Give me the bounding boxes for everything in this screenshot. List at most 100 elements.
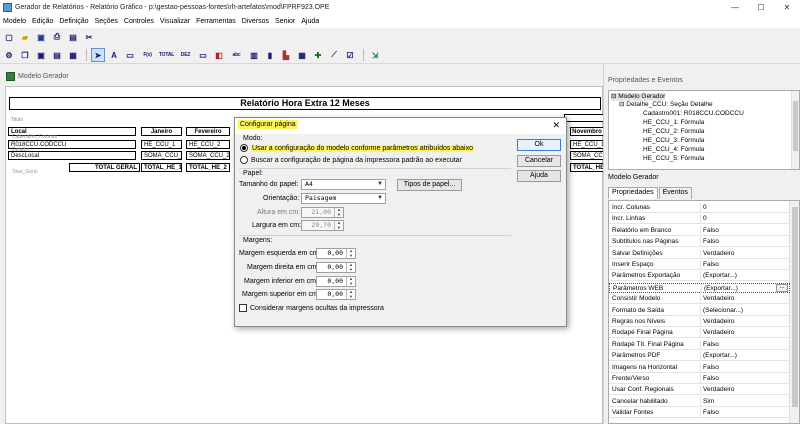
col-header-novembro[interactable]: Novembro: [570, 127, 604, 136]
line-tool-icon[interactable]: ▥: [247, 48, 261, 62]
property-row[interactable]: Rodapé Final Página Verdadeiro: [609, 328, 790, 339]
tree-node-field[interactable]: HE_CCU_4: Fórmula: [643, 146, 704, 154]
property-value[interactable]: 0: [700, 203, 790, 213]
property-value[interactable]: Falso: [700, 339, 790, 350]
total-he-2[interactable]: TOTAL_HE_2: [186, 163, 230, 172]
scroll-thumb[interactable]: [792, 207, 798, 407]
maximize-icon[interactable]: ☐: [748, 0, 774, 15]
preview-icon[interactable]: ▤: [66, 30, 80, 44]
property-value[interactable]: Falso: [700, 408, 790, 419]
property-value[interactable]: Verdadeiro: [700, 317, 790, 327]
property-row[interactable]: Incr. Colunas 0: [609, 203, 790, 213]
label-tool-icon[interactable]: abc: [228, 48, 245, 62]
puzzle-icon[interactable]: ✚: [311, 48, 325, 62]
disk-icon[interactable]: ▣: [34, 48, 48, 62]
margem-inferior-stepper[interactable]: 0,00 ▲ ▼: [316, 276, 356, 287]
property-value[interactable]: (Selecionar...): [700, 305, 790, 316]
property-value[interactable]: Sim: [700, 396, 790, 407]
largura-stepper[interactable]: 29,70 ▲ ▼: [301, 220, 344, 231]
property-value[interactable]: Falso: [700, 237, 790, 248]
spinner-arrows-icon[interactable]: ▲ ▼: [346, 289, 355, 299]
property-row[interactable]: Incr. Linhas 0: [609, 214, 790, 225]
save-icon[interactable]: ▣: [34, 30, 48, 44]
help-button[interactable]: Ajuda: [517, 170, 561, 182]
cancel-button[interactable]: Cancelar: [517, 155, 561, 167]
scroll-thumb[interactable]: [793, 101, 798, 151]
menu-edicao[interactable]: Edição: [32, 18, 53, 25]
chart-tool-icon[interactable]: ▙: [279, 48, 293, 62]
property-row[interactable]: Subtítulos nas Páginas Falso: [609, 237, 790, 248]
margem-superior-stepper[interactable]: 0,00 ▲ ▼: [316, 289, 356, 300]
spinner-arrows-icon[interactable]: ▲ ▼: [346, 248, 355, 258]
col-header-right-stub[interactable]: [564, 114, 604, 122]
property-row[interactable]: Imagens na Horizontal Falso: [609, 362, 790, 373]
property-row[interactable]: Parâmetros Exportação (Exportar...): [609, 271, 790, 282]
formula-tool-icon[interactable]: F(x): [139, 48, 156, 62]
image-tool-icon[interactable]: ◧: [212, 48, 226, 62]
checkbox-tool-icon[interactable]: ☑: [343, 48, 357, 62]
property-row[interactable]: Frente/Verso Falso: [609, 374, 790, 384]
cut-icon[interactable]: ✂: [82, 30, 96, 44]
property-row[interactable]: Usar Conf. Regionais Verdadeiro: [609, 385, 790, 396]
pointer-icon[interactable]: ➤: [91, 48, 105, 62]
more-options-button[interactable]: ...: [776, 283, 788, 292]
margem-direita-stepper[interactable]: 0,00 ▲ ▼: [316, 262, 356, 273]
property-value[interactable]: Verdadeiro: [700, 385, 790, 396]
tab-events[interactable]: Eventos: [658, 187, 692, 199]
tab-properties[interactable]: Propriedades: [608, 187, 658, 199]
field-soma-ccu-1[interactable]: SOMA_CCU_1: [141, 151, 182, 160]
export-icon[interactable]: ⇲: [368, 48, 382, 62]
col-header-janeiro[interactable]: Janeiro: [141, 127, 182, 136]
table-tool-icon[interactable]: ▦: [295, 48, 309, 62]
property-row[interactable]: Regras nos Níveis Verdadeiro: [609, 317, 790, 327]
radio-use-printer-config[interactable]: Buscar a configuração de página da impre…: [240, 156, 462, 164]
property-row[interactable]: Formato de Saída (Selecionar...): [609, 305, 790, 316]
margem-esquerda-stepper[interactable]: 0,00 ▲ ▼: [316, 248, 356, 259]
menu-visualizar[interactable]: Visualizar: [160, 18, 190, 25]
property-value[interactable]: Falso: [700, 362, 790, 373]
menu-ferramentas[interactable]: Ferramentas: [196, 18, 236, 25]
connector-icon[interactable]: ⟋: [327, 48, 341, 62]
tree-node-field[interactable]: HE_CCU_3: Fórmula: [643, 137, 704, 145]
spinner-arrows-icon[interactable]: ▲ ▼: [334, 207, 343, 217]
field-he-ccu-11[interactable]: HE_CCU_11: [570, 140, 604, 149]
menu-secoes[interactable]: Seções: [95, 18, 118, 25]
object-tree[interactable]: ⊟ Modelo Gerador ⊟ Detalhe_CCU: Seção De…: [608, 90, 800, 170]
new-icon[interactable]: ▢: [2, 30, 16, 44]
spinner-arrows-icon[interactable]: ▲ ▼: [334, 220, 343, 230]
open-icon[interactable]: ▰: [18, 30, 32, 44]
spinner-arrows-icon[interactable]: ▲ ▼: [346, 262, 355, 272]
tree-node-field[interactable]: Cadastro001: R018CCU.CODCCU: [643, 110, 744, 118]
field-soma-ccu-2[interactable]: SOMA_CCU_2: [186, 151, 230, 160]
dez-tool-icon[interactable]: DEZ: [177, 48, 194, 62]
tree-node-field[interactable]: HE_CCU_2: Fórmula: [643, 128, 704, 136]
property-row[interactable]: Salvar Definições Verdadeiro: [609, 248, 790, 259]
property-row[interactable]: Rodapé Tít. Final Página Falso: [609, 339, 790, 350]
grid-icon[interactable]: ▦: [66, 48, 80, 62]
section-icon[interactable]: ▤: [50, 48, 64, 62]
rectangle-tool-icon[interactable]: ▭: [196, 48, 210, 62]
total-tool-icon[interactable]: TOTAL: [158, 48, 175, 62]
menu-modelo[interactable]: Modelo: [3, 18, 26, 25]
radio-button-on[interactable]: [240, 144, 248, 152]
checkbox-box[interactable]: [239, 304, 247, 312]
close-window-icon[interactable]: ✕: [774, 0, 800, 15]
copy-icon[interactable]: ❐: [18, 48, 32, 62]
properties-scrollbar[interactable]: [789, 201, 799, 423]
paper-types-button[interactable]: Tipos de papel...: [397, 179, 462, 191]
dialog-close-icon[interactable]: ✕: [552, 120, 560, 131]
property-row[interactable]: Parâmetros WEB (Exportar...)...: [609, 282, 790, 294]
menu-senior[interactable]: Senior: [275, 18, 295, 25]
tree-node-root[interactable]: ⊟ Modelo Gerador: [611, 93, 666, 101]
field-desclocal[interactable]: DescLocal: [8, 151, 136, 160]
tree-node-field[interactable]: HE_CCU_1: Fórmula: [643, 119, 704, 127]
paper-size-select[interactable]: A4 ▼: [301, 179, 386, 190]
orientation-select[interactable]: Paisagem ▼: [301, 193, 386, 204]
menu-diversos[interactable]: Diversos: [242, 18, 269, 25]
properties-grid[interactable]: Incr. Colunas 0 Incr. Linhas 0 Relatório em …: [608, 200, 800, 424]
spinner-arrows-icon[interactable]: ▲ ▼: [346, 276, 355, 286]
property-row[interactable]: Cancelar habilitado Sim: [609, 396, 790, 407]
field-soma-ccu-11[interactable]: SOMA_CCU_11: [570, 151, 604, 160]
tree-scrollbar[interactable]: [791, 91, 799, 169]
property-row[interactable]: Relatório em Branco Falso: [609, 225, 790, 236]
